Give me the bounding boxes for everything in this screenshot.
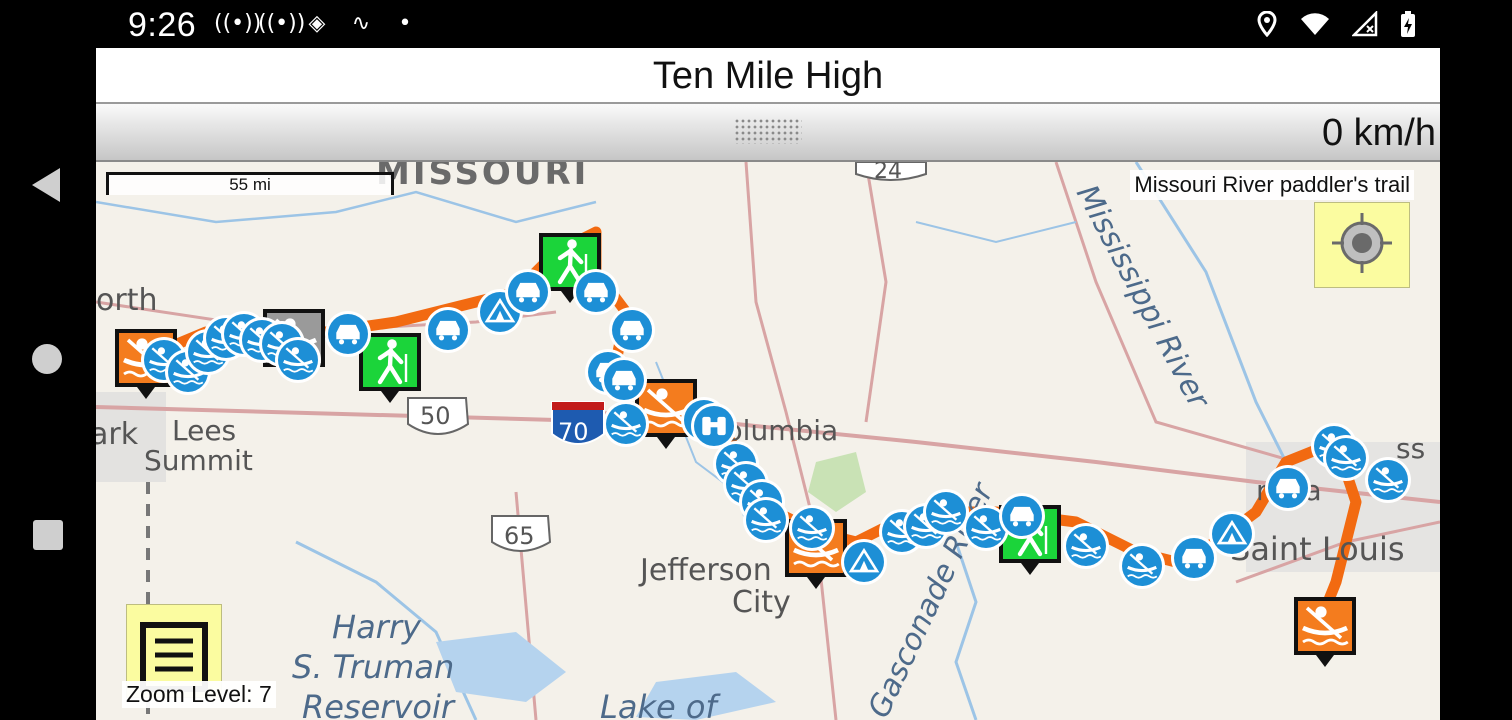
broadcast-icon: ((•)) [214, 11, 262, 36]
car-marker[interactable] [609, 307, 655, 353]
layer-name: Missouri River paddler's trail [1130, 170, 1414, 200]
kayak-marker[interactable] [743, 497, 789, 543]
title-bar: Ten Mile High [96, 48, 1440, 104]
kayak-marker[interactable] [923, 489, 969, 535]
status-icons-left: ((•)) ((•)) ◈ ∿ • [214, 10, 420, 38]
zoom-level: Zoom Level: 7 [122, 681, 276, 708]
tent-marker[interactable] [1209, 511, 1255, 557]
wifi-icon [1301, 13, 1329, 36]
battery-charging-icon [1401, 11, 1415, 37]
car-marker[interactable] [601, 357, 647, 403]
dot-icon: • [398, 11, 412, 36]
location-icon [1257, 11, 1277, 37]
recents-icon[interactable] [33, 520, 63, 550]
status-icons-right [1256, 10, 1416, 38]
scale-label: 55 mi [229, 175, 271, 194]
car-marker[interactable] [999, 493, 1045, 539]
car-marker[interactable] [573, 269, 619, 315]
car-marker[interactable] [425, 307, 471, 353]
map-app-icon: ◈ [308, 11, 326, 36]
drag-handle[interactable] [734, 118, 802, 144]
kayak-marker[interactable] [603, 401, 649, 447]
kayak-square-marker[interactable] [1294, 597, 1356, 667]
status-bar: 9:26 ((•)) ((•)) ◈ ∿ • [0, 0, 1512, 48]
crosshair-icon [1332, 213, 1392, 273]
no-signal-icon [1352, 11, 1378, 37]
kayak-marker[interactable] [1365, 457, 1411, 503]
car-marker[interactable] [505, 269, 551, 315]
app-window: Ten Mile High 0 km/h MISSOURI orth ark L… [96, 48, 1440, 720]
app-title: Ten Mile High [652, 55, 884, 97]
speed-readout: 0 km/h [1321, 112, 1436, 154]
car-marker[interactable] [1171, 535, 1217, 581]
scale-bar: 55 mi [106, 172, 394, 195]
link-icon: ∿ [351, 11, 371, 36]
locate-button[interactable] [1314, 202, 1410, 288]
toolbar: 0 km/h [96, 104, 1440, 162]
navigation-bar [0, 48, 96, 720]
poi-markers[interactable] [96, 162, 1440, 720]
back-icon[interactable] [32, 168, 60, 202]
kayak-marker[interactable] [789, 505, 835, 551]
tent-marker[interactable] [841, 539, 887, 585]
kayak-marker[interactable] [1119, 543, 1165, 589]
car-marker[interactable] [325, 311, 371, 357]
map-view[interactable]: MISSOURI orth ark Lees Summit Columbia J… [96, 162, 1440, 720]
kayak-marker[interactable] [275, 337, 321, 383]
broadcast-icon: ((•)) [258, 11, 306, 36]
status-time: 9:26 [128, 6, 197, 44]
home-icon[interactable] [32, 344, 62, 374]
car-marker[interactable] [1265, 465, 1311, 511]
kayak-marker[interactable] [1063, 523, 1109, 569]
kayak-marker[interactable] [1323, 435, 1369, 481]
